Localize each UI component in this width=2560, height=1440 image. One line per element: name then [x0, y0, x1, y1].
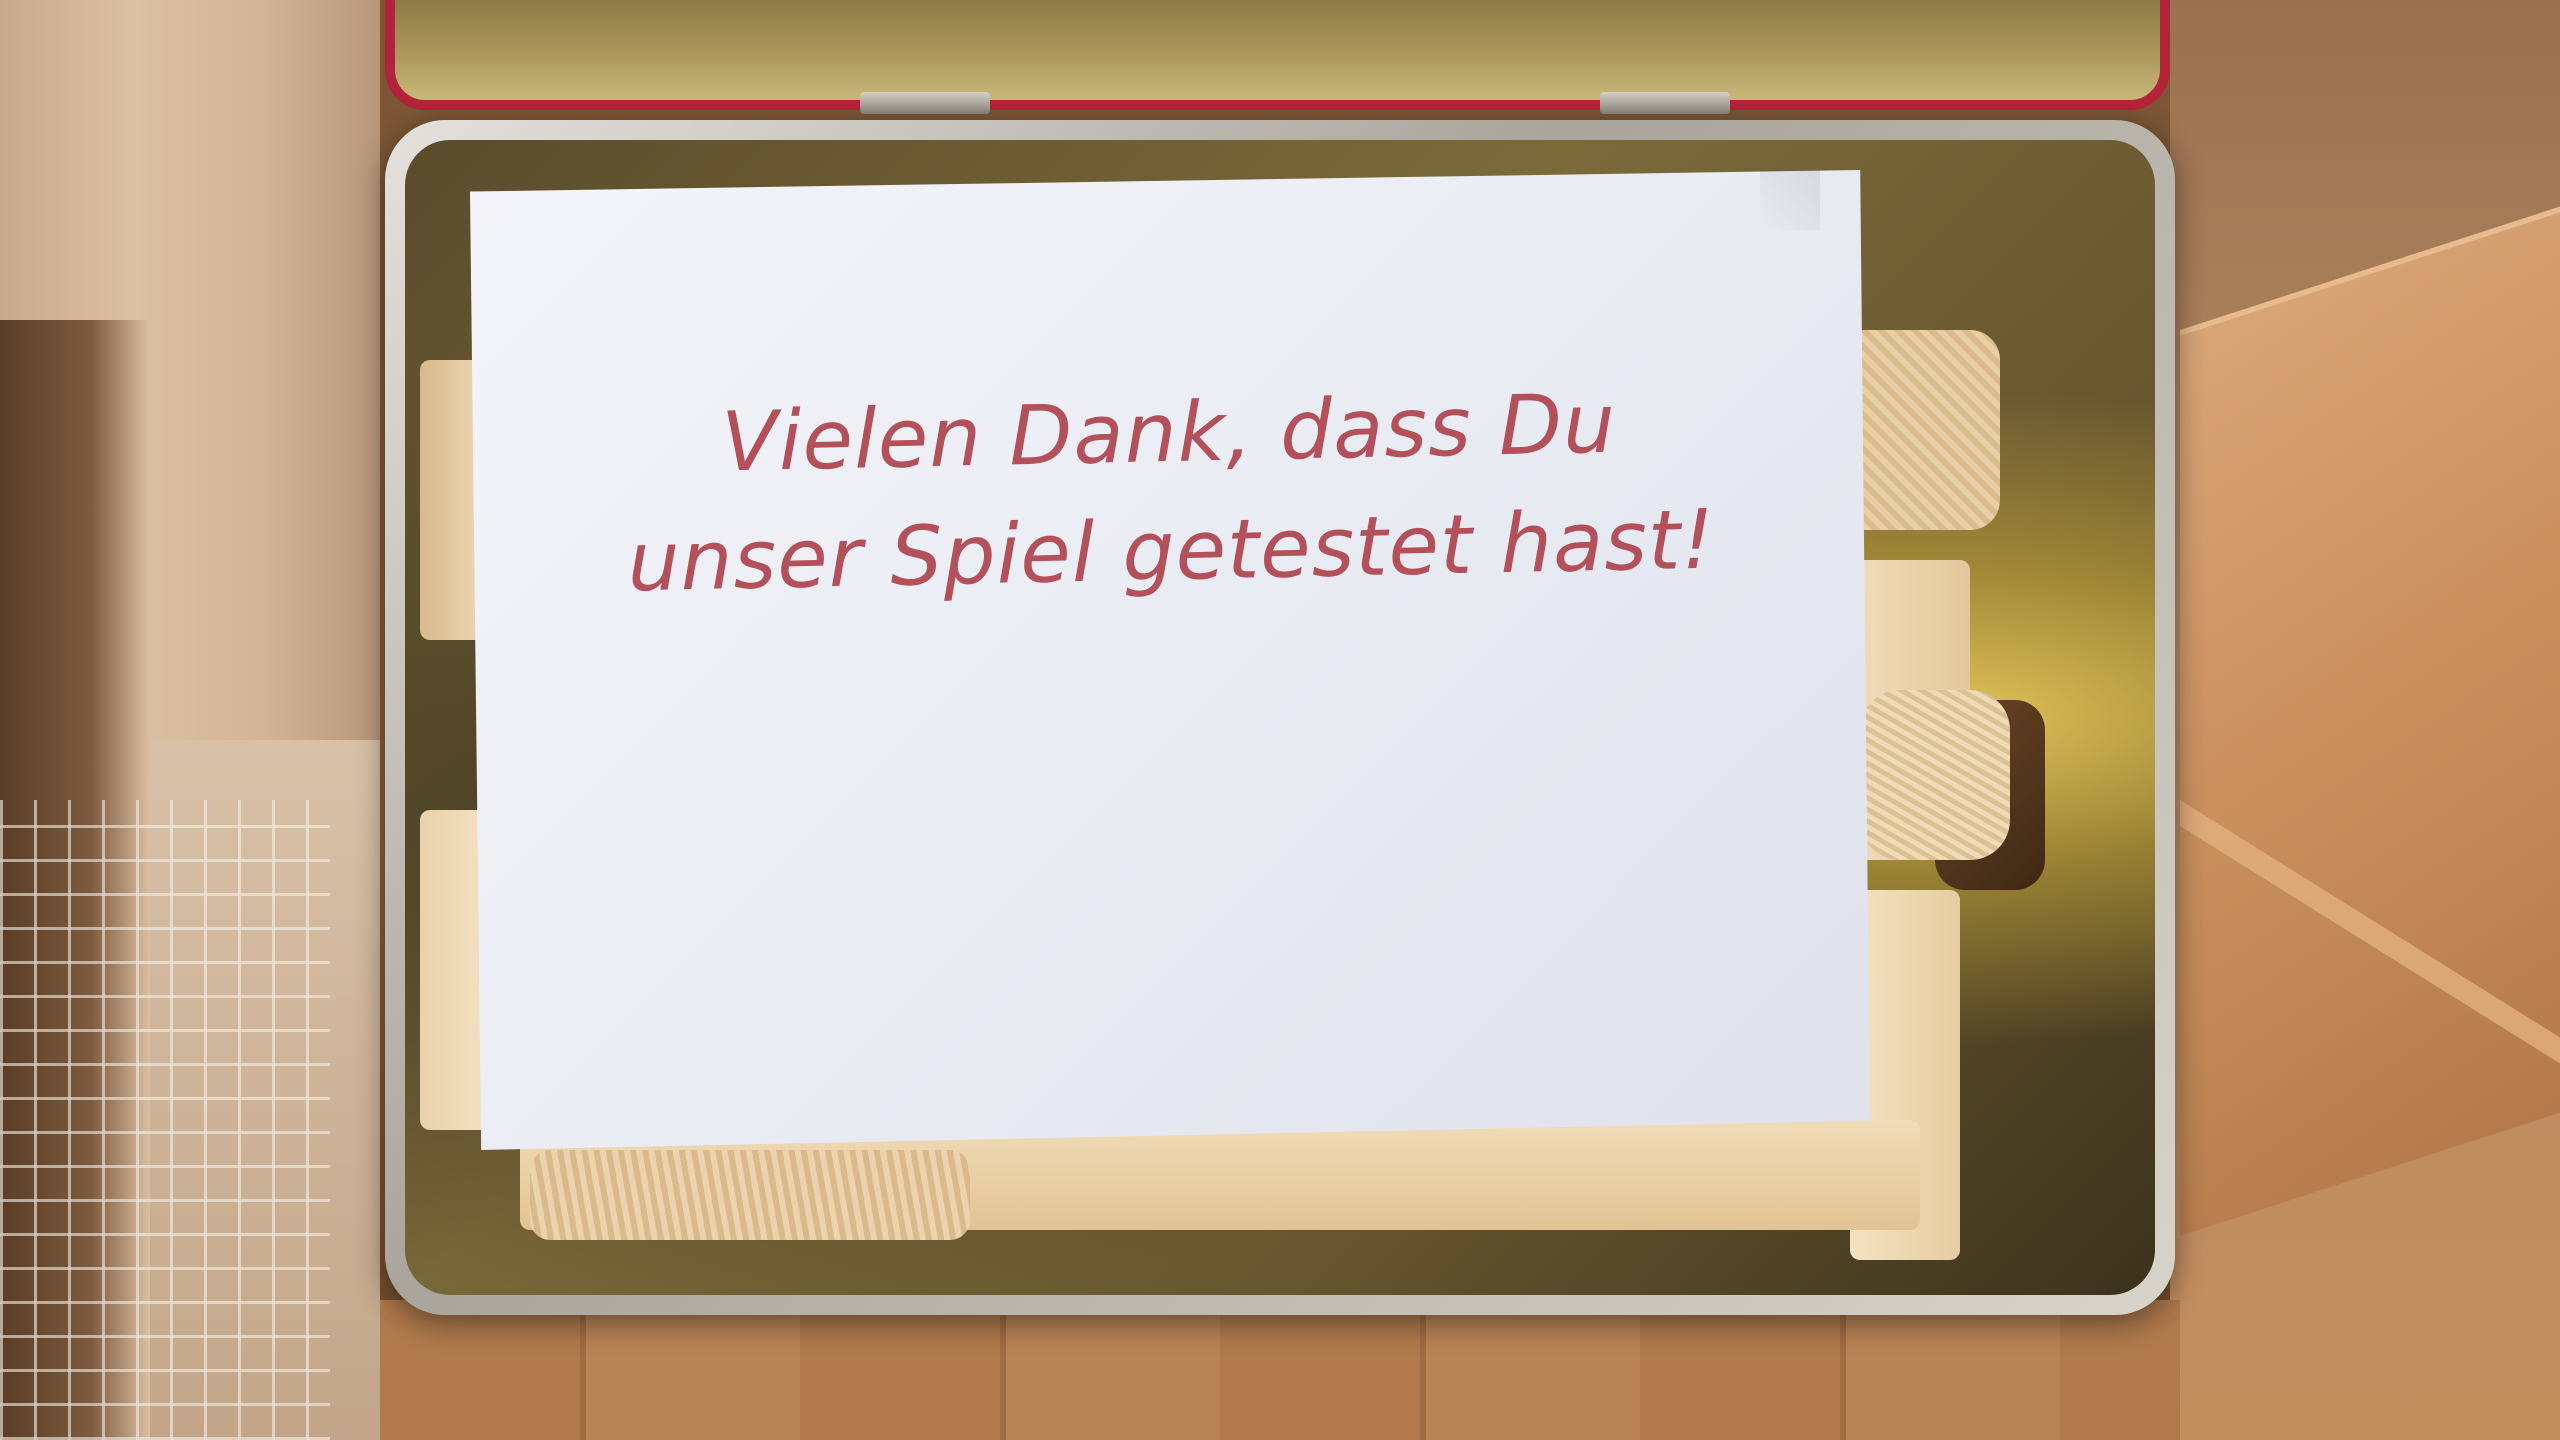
tin-hinge-right: [1600, 92, 1730, 114]
wood-log: [530, 1150, 970, 1240]
end-screen-scene: Vielen Dank, dass Du unser Spiel geteste…: [0, 0, 2560, 1440]
wood-log: [1860, 690, 2010, 860]
wooden-shelf-board: [2180, 206, 2560, 1236]
tin-hinge-left: [860, 92, 990, 114]
paper-sheet: [470, 170, 1870, 1150]
paper-fold-shadow: [1760, 170, 1820, 230]
wooden-floor: [380, 1300, 2180, 1440]
thank-you-message: Vielen Dank, dass Du unser Spiel geteste…: [538, 362, 1803, 624]
wire-basket: [0, 800, 330, 1440]
tin-lid: [385, 0, 2170, 110]
